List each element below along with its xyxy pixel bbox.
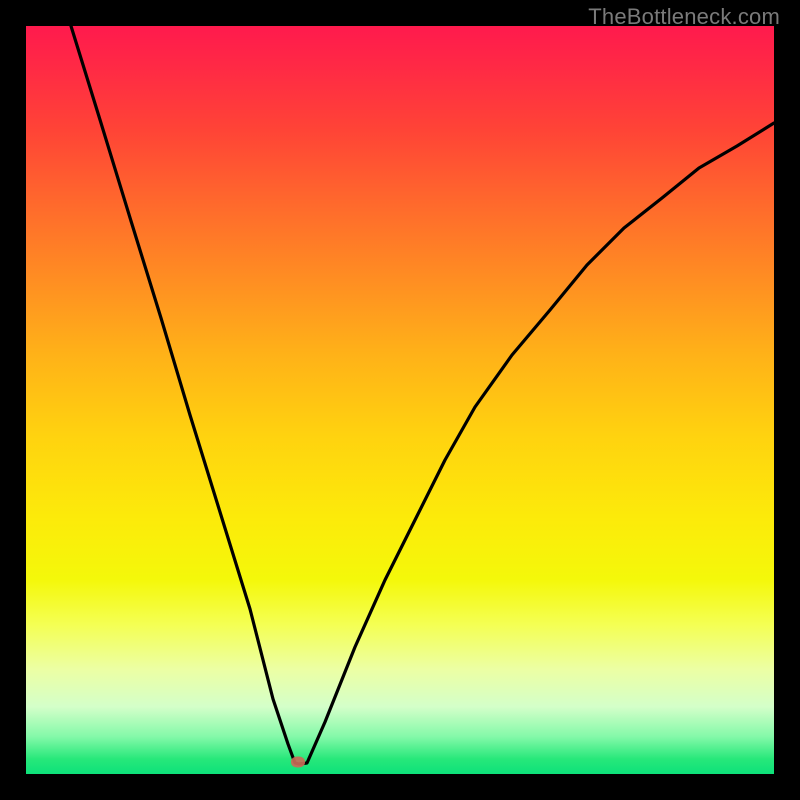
watermark-text: TheBottleneck.com (588, 4, 780, 30)
chart-plot-area (26, 26, 774, 774)
minimum-marker (291, 757, 305, 768)
curve-svg (26, 26, 774, 774)
bottleneck-curve (71, 26, 774, 764)
